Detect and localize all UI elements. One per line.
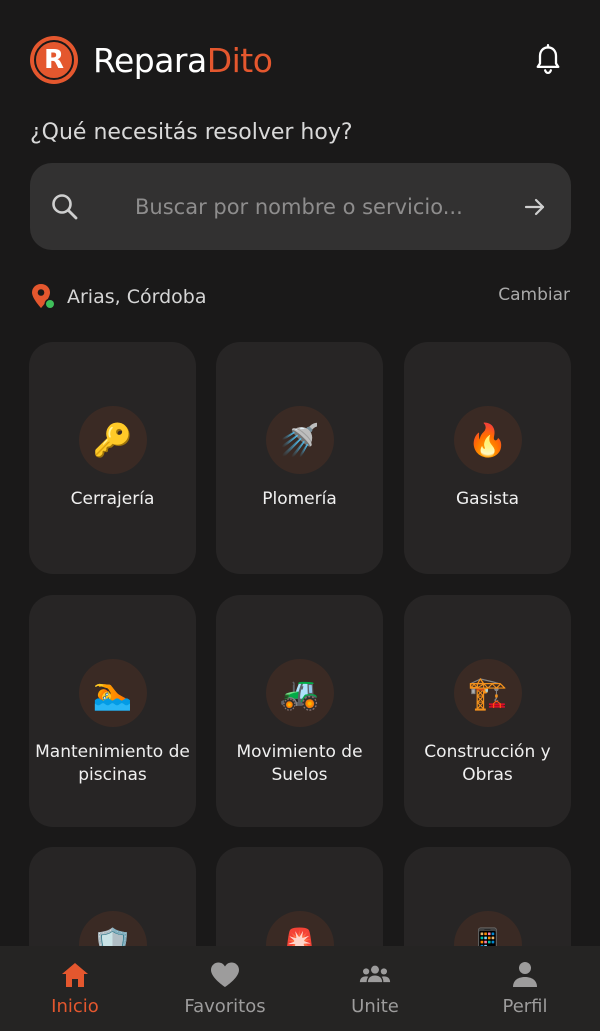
- swimmer-icon: 🏊: [78, 659, 147, 727]
- category-label: Gasista: [455, 489, 520, 509]
- search-icon: [52, 194, 78, 220]
- tractor-icon: 🚜: [265, 659, 334, 727]
- brand-part-1: Repara: [93, 40, 207, 80]
- home-icon: [62, 963, 88, 987]
- category-card[interactable]: 🚜 Movimiento de Suelos: [216, 595, 383, 827]
- nav-item-unite[interactable]: Unite: [300, 946, 450, 1031]
- logo-letter: R: [43, 45, 65, 75]
- nav-item-inicio[interactable]: Inicio: [0, 946, 150, 1031]
- app-screen: R ReparaDito ¿Qué necesitás resolver hoy…: [0, 0, 600, 1031]
- location-row: Arias, Córdoba Cambiar: [30, 283, 570, 311]
- category-card[interactable]: 🏊 Mantenimiento de piscinas: [29, 595, 196, 827]
- category-card[interactable]: 🔥 Gasista: [404, 342, 571, 574]
- nav-label: Perfil: [502, 996, 548, 1017]
- change-location-link[interactable]: Cambiar: [498, 285, 570, 305]
- shower-icon: 🚿: [265, 406, 334, 474]
- fire-icon: 🔥: [453, 406, 522, 474]
- category-card[interactable]: 🔑 Cerrajería: [29, 342, 196, 574]
- page-prompt: ¿Qué necesitás resolver hoy?: [30, 120, 353, 145]
- bell-icon[interactable]: [534, 44, 562, 76]
- search-bar[interactable]: [30, 163, 571, 250]
- bottom-nav: Inicio Favoritos Unite Perfil: [0, 946, 600, 1031]
- crane-icon: 🏗️: [453, 659, 522, 727]
- search-input[interactable]: [135, 163, 505, 250]
- brand-name: ReparaDito: [93, 40, 273, 80]
- person-icon: [513, 962, 537, 987]
- nav-label: Inicio: [51, 996, 99, 1017]
- category-label: Movimiento de Suelos: [236, 742, 363, 785]
- category-label: Mantenimiento de piscinas: [35, 742, 190, 785]
- category-label: Cerrajería: [70, 489, 155, 509]
- group-icon: [359, 965, 391, 983]
- nav-label: Favoritos: [184, 996, 266, 1017]
- logo-icon: R: [30, 36, 78, 84]
- nav-item-perfil[interactable]: Perfil: [450, 946, 600, 1031]
- nav-label: Unite: [351, 996, 399, 1017]
- heart-icon: [211, 962, 239, 987]
- key-icon: 🔑: [78, 406, 147, 474]
- map-pin-icon: [32, 284, 56, 310]
- brand-part-2: Dito: [206, 40, 273, 80]
- category-label: Construcción y Obras: [424, 742, 551, 785]
- category-card[interactable]: 🏗️ Construcción y Obras: [404, 595, 571, 827]
- category-card[interactable]: 🚿 Plomería: [216, 342, 383, 574]
- arrow-right-icon[interactable]: [523, 195, 547, 219]
- app-header: R ReparaDito: [30, 36, 570, 84]
- category-label: Plomería: [262, 489, 337, 509]
- location-text: Arias, Córdoba: [67, 286, 207, 308]
- nav-item-favoritos[interactable]: Favoritos: [150, 946, 300, 1031]
